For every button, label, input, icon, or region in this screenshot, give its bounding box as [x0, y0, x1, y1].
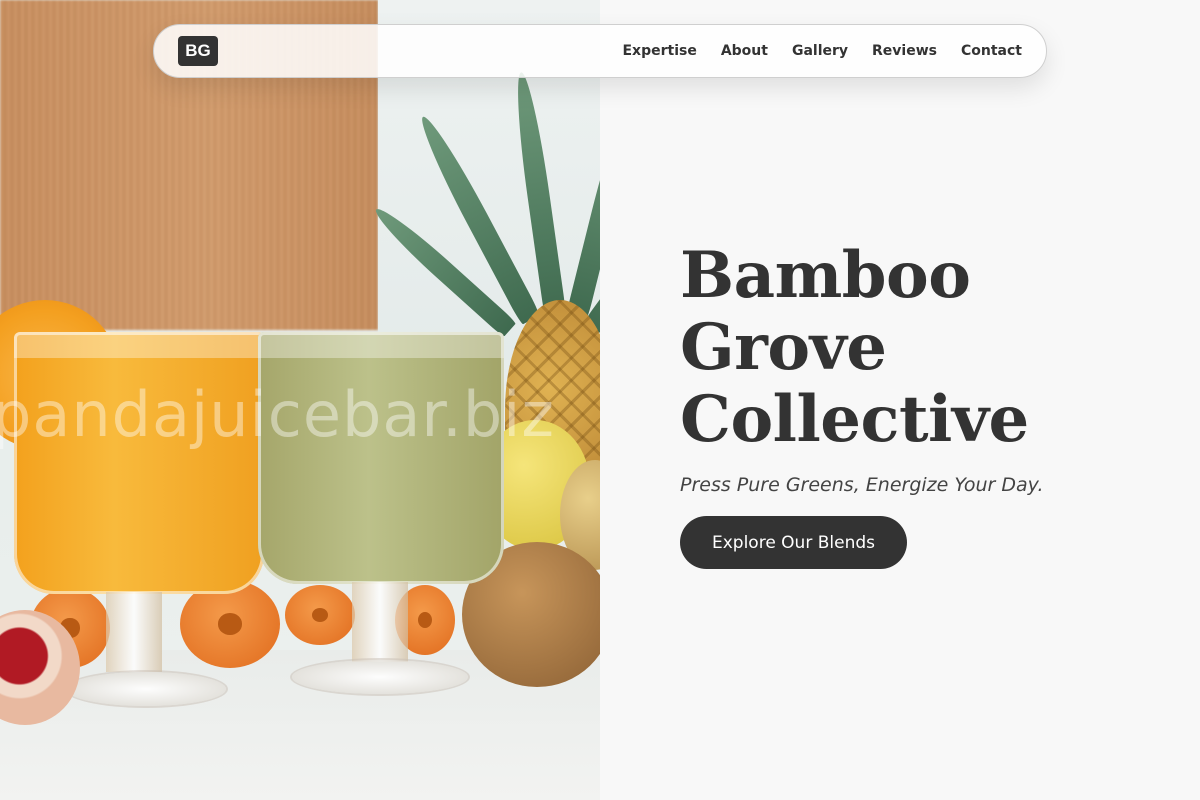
nav-link-gallery[interactable]: Gallery: [792, 43, 848, 59]
brand-logo[interactable]: BG: [178, 36, 218, 66]
hero-image: pandajuicebar.biz: [0, 0, 600, 800]
nav-link-reviews[interactable]: Reviews: [872, 43, 937, 59]
hero-tagline: Press Pure Greens, Energize Your Day.: [680, 474, 1044, 496]
carrot: [285, 585, 355, 645]
navbar: BG Expertise About Gallery Reviews Conta…: [153, 24, 1047, 78]
glass-base: [292, 660, 468, 694]
hero-section: Bamboo Grove Collective Press Pure Green…: [680, 240, 1160, 569]
nav-link-expertise[interactable]: Expertise: [622, 43, 696, 59]
hero-title-line: Bamboo: [680, 238, 971, 313]
glass-stem: [106, 592, 162, 672]
hero-title-line: Grove: [680, 310, 887, 385]
green-juice-glass: [258, 332, 504, 584]
nav-link-about[interactable]: About: [721, 43, 768, 59]
nav-links: Expertise About Gallery Reviews Contact: [622, 43, 1022, 59]
glass-base: [66, 672, 226, 706]
nav-link-contact[interactable]: Contact: [961, 43, 1022, 59]
explore-blends-button[interactable]: Explore Our Blends: [680, 516, 907, 569]
hero-title: Bamboo Grove Collective: [680, 240, 1160, 456]
glass-stem: [352, 582, 408, 662]
image-watermark: pandajuicebar.biz: [0, 378, 555, 451]
orange-juice-glass: [14, 332, 264, 594]
hero-title-line: Collective: [680, 382, 1029, 457]
